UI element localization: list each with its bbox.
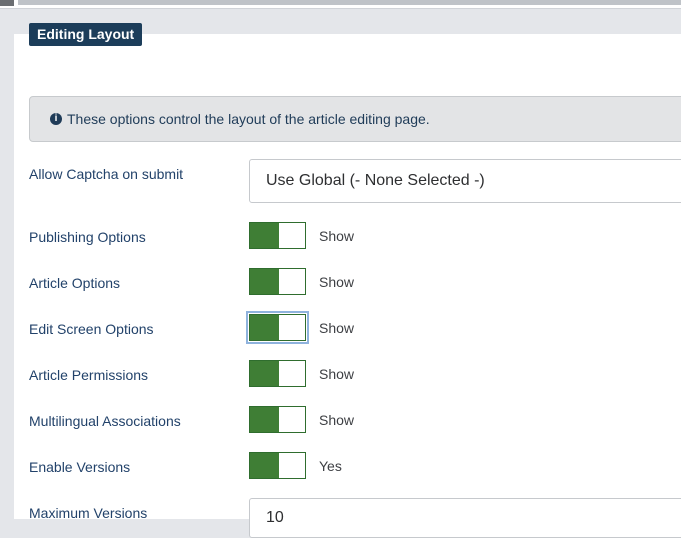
enable-versions-state: Yes <box>319 458 342 474</box>
edit-screen-options-toggle[interactable] <box>246 311 309 344</box>
fieldset-legend: Editing Layout <box>29 23 143 46</box>
captcha-label: Allow Captcha on submit <box>29 166 184 182</box>
info-text: These options control the layout of the … <box>67 111 430 127</box>
info-icon: i <box>50 113 62 126</box>
top-strip-bar <box>18 0 681 5</box>
publishing-options-label: Publishing Options <box>29 229 146 245</box>
article-options-toggle[interactable] <box>249 268 306 295</box>
captcha-select[interactable]: Use Global (- None Selected -) <box>249 159 681 203</box>
article-permissions-toggle[interactable] <box>249 360 306 387</box>
multilingual-associations-state: Show <box>319 412 355 428</box>
toggle-knob <box>279 315 305 340</box>
toggle-on-side <box>250 223 279 248</box>
info-alert: i These options control the layout of the… <box>29 96 681 142</box>
toggle-on-side <box>250 361 279 386</box>
toggle-knob <box>279 453 305 478</box>
toggle-on-side <box>250 269 279 294</box>
enable-versions-toggle[interactable] <box>249 452 306 479</box>
enable-versions-label: Enable Versions <box>29 459 131 475</box>
article-options-label: Article Options <box>29 275 121 291</box>
maximum-versions-input[interactable]: 10 <box>249 498 681 538</box>
edit-screen-options-label: Edit Screen Options <box>29 321 154 337</box>
publishing-options-state: Show <box>319 228 355 244</box>
toggle-knob <box>279 223 305 248</box>
toggle-on-side <box>250 315 279 340</box>
toggle-on-side <box>250 407 279 432</box>
toggle-knob <box>279 269 305 294</box>
multilingual-associations-toggle[interactable] <box>249 406 306 433</box>
top-strip <box>0 0 681 9</box>
publishing-options-toggle[interactable] <box>249 222 306 249</box>
multilingual-associations-label: Multilingual Associations <box>29 413 181 429</box>
toggle-knob <box>279 361 305 386</box>
top-strip-dark <box>0 0 14 6</box>
article-permissions-state: Show <box>319 366 355 382</box>
toggle-knob <box>279 407 305 432</box>
article-permissions-label: Article Permissions <box>29 367 149 383</box>
edit-screen-options-state: Show <box>319 320 355 336</box>
toggle-on-side <box>250 453 279 478</box>
article-options-state: Show <box>319 274 355 290</box>
